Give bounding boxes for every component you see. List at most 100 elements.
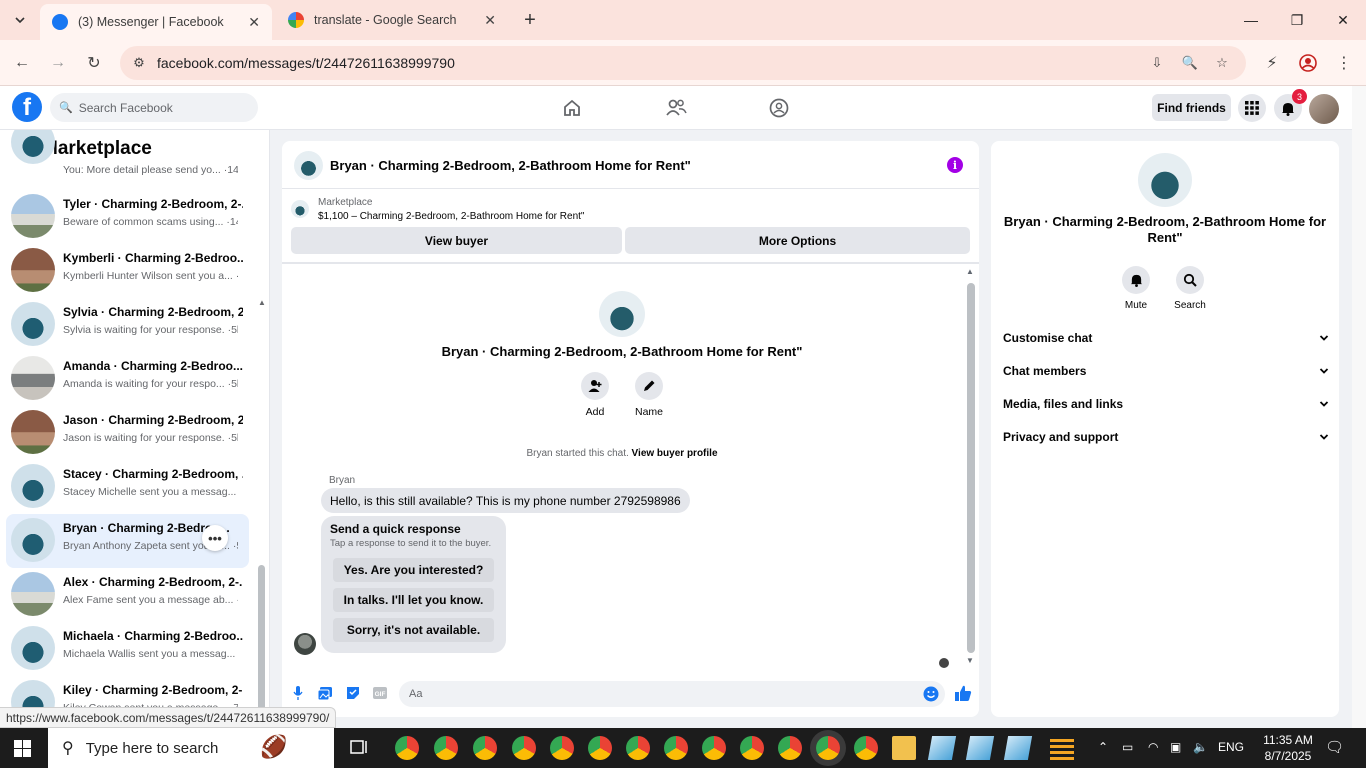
list-item[interactable]: Michaela · Charming 2-Bedroo... Michaela…	[6, 622, 249, 676]
more-options-button[interactable]: More Options	[625, 227, 970, 254]
show-hidden-icons-icon[interactable]: ⌃	[1098, 740, 1108, 754]
gif-icon[interactable]: GIF	[372, 685, 388, 701]
close-tab-icon[interactable]: ✕	[248, 14, 260, 31]
media-files-links-row[interactable]: Media, files and links	[1003, 394, 1329, 414]
view-buyer-profile-link[interactable]: View buyer profile	[632, 448, 718, 459]
list-item[interactable]: Jason · Charming 2-Bedroom, 2... Jason i…	[6, 406, 249, 460]
thumbs-up-icon[interactable]	[954, 684, 972, 705]
restore-button[interactable]: ❐	[1274, 8, 1320, 32]
list-item[interactable]: You: More detail please send yo... ·14m	[6, 130, 249, 194]
list-item[interactable]: Sylvia · Charming 2-Bedroom, 2... Sylvia…	[6, 298, 249, 352]
quick-response-yes-button[interactable]: Yes. Are you interested?	[333, 558, 494, 582]
friends-icon[interactable]	[664, 96, 688, 120]
document-icon[interactable]	[1003, 736, 1033, 760]
tab-messenger[interactable]: (3) Messenger | Facebook ✕	[40, 4, 272, 40]
chrome-icon[interactable]	[778, 736, 802, 760]
scroll-up-arrow-icon[interactable]: ▲	[966, 267, 974, 276]
install-app-icon[interactable]: ⇩	[1148, 55, 1166, 71]
chrome-icon[interactable]	[395, 736, 419, 760]
forward-button[interactable]: →	[46, 51, 70, 75]
close-tab-icon[interactable]: ✕	[484, 12, 496, 29]
mute-action[interactable]: Mute	[1109, 266, 1163, 311]
name-chat-action[interactable]: Name	[619, 372, 679, 418]
tab-google-search[interactable]: translate - Google Search ✕	[276, 4, 508, 36]
minimize-button[interactable]: —	[1228, 8, 1274, 32]
privacy-support-row[interactable]: Privacy and support	[1003, 427, 1329, 447]
document-icon[interactable]	[927, 736, 957, 760]
menu-grid-icon[interactable]	[1238, 94, 1266, 122]
list-item[interactable]: Tyler · Charming 2-Bedroom, 2-... Beware…	[6, 190, 249, 244]
sidebar-scrollbar[interactable]	[258, 565, 265, 725]
volume-icon[interactable]: 🔈	[1193, 740, 1208, 754]
bookmark-star-icon[interactable]: ☆	[1213, 55, 1231, 71]
app-icon[interactable]	[1050, 736, 1074, 760]
chrome-active-icon[interactable]	[816, 736, 840, 760]
zoom-icon[interactable]: 🔍	[1181, 55, 1199, 71]
chrome-icon[interactable]	[588, 736, 612, 760]
list-item[interactable]: Alex · Charming 2-Bedroom, 2-... Alex Fa…	[6, 568, 249, 622]
chat-title[interactable]: Bryan · Charming 2-Bedroom, 2-Bathroom H…	[330, 158, 691, 173]
find-friends-button[interactable]: Find friends	[1152, 94, 1231, 121]
chrome-icon[interactable]	[664, 736, 688, 760]
notification-center-icon[interactable]: 🗨	[1325, 738, 1344, 756]
search-in-chat-action[interactable]: Search	[1163, 266, 1217, 311]
photo-icon[interactable]	[317, 685, 333, 701]
battery-icon[interactable]: ▭	[1122, 740, 1133, 754]
listing-title[interactable]: $1,100 – Charming 2-Bedroom, 2-Bathroom …	[318, 211, 584, 222]
chrome-icon[interactable]	[740, 736, 764, 760]
wifi-icon[interactable]: ◠	[1148, 740, 1158, 754]
list-item-active[interactable]: Bryan · Charming 2-Bedroo... Bryan Antho…	[6, 514, 249, 568]
taskbar-search-input[interactable]: ⚲ Type here to search 🏈	[48, 728, 334, 768]
home-icon[interactable]	[560, 96, 584, 120]
scroll-up-arrow-icon[interactable]: ▲	[258, 298, 266, 307]
more-options-icon[interactable]: •••	[202, 525, 228, 551]
chrome-icon[interactable]	[473, 736, 497, 760]
scroll-down-arrow-icon[interactable]: ▼	[966, 656, 974, 665]
chrome-icon[interactable]	[854, 736, 878, 760]
tab-search-button[interactable]	[8, 8, 32, 32]
windows-start-icon[interactable]	[14, 740, 31, 757]
browser-menu-icon[interactable]: ⋮	[1332, 51, 1356, 75]
close-window-button[interactable]: ✕	[1320, 8, 1366, 32]
page-scrollbar[interactable]	[1352, 86, 1366, 728]
list-item[interactable]: Stacey · Charming 2-Bedroom, ... Stacey …	[6, 460, 249, 514]
customise-chat-row[interactable]: Customise chat	[1003, 328, 1329, 348]
chrome-icon[interactable]	[512, 736, 536, 760]
view-buyer-button[interactable]: View buyer	[291, 227, 622, 254]
chrome-icon[interactable]	[702, 736, 726, 760]
add-people-action[interactable]: Add	[565, 372, 625, 418]
language-indicator[interactable]: ENG	[1218, 740, 1244, 754]
extension-icon[interactable]: ⚡	[1260, 51, 1284, 75]
chat-members-row[interactable]: Chat members	[1003, 361, 1329, 381]
facebook-logo-icon[interactable]: f	[12, 92, 42, 122]
groups-icon[interactable]	[767, 96, 791, 120]
account-avatar[interactable]	[1309, 94, 1339, 124]
site-settings-icon[interactable]: ⚙	[130, 55, 148, 71]
quick-response-not-available-button[interactable]: Sorry, it's not available.	[333, 618, 494, 642]
new-tab-button[interactable]: +	[518, 8, 542, 32]
chat-avatar[interactable]	[294, 151, 323, 180]
facebook-search-input[interactable]: 🔍 Search Facebook	[50, 93, 258, 122]
sticker-icon[interactable]	[345, 685, 361, 701]
reload-button[interactable]: ↻	[82, 51, 106, 75]
list-item[interactable]: Kymberli · Charming 2-Bedroo... Kymberli…	[6, 244, 249, 298]
message-input[interactable]: Aa	[399, 681, 945, 707]
info-icon[interactable]: i	[947, 157, 963, 173]
clock[interactable]: 11:35 AM 8/7/2025	[1256, 732, 1320, 764]
quick-response-in-talks-button[interactable]: In talks. I'll let you know.	[333, 588, 494, 612]
document-icon[interactable]	[965, 736, 995, 760]
back-button[interactable]: ←	[10, 51, 34, 75]
profile-icon[interactable]	[1296, 51, 1320, 75]
message-bubble[interactable]: Hello, is this still available? This is …	[321, 488, 690, 513]
network-icon[interactable]: ▣	[1170, 740, 1181, 754]
chrome-icon[interactable]	[626, 736, 650, 760]
task-view-icon[interactable]	[348, 736, 372, 760]
chrome-icon[interactable]	[550, 736, 574, 760]
chrome-icon[interactable]	[434, 736, 458, 760]
emoji-icon[interactable]	[923, 686, 939, 705]
list-item[interactable]: Amanda · Charming 2-Bedroo... Amanda is …	[6, 352, 249, 406]
microphone-icon[interactable]	[290, 685, 306, 701]
address-bar[interactable]: ⚙ facebook.com/messages/t/24472611638999…	[120, 46, 1246, 80]
chat-scrollbar[interactable]	[967, 283, 975, 653]
file-explorer-icon[interactable]	[892, 736, 916, 760]
